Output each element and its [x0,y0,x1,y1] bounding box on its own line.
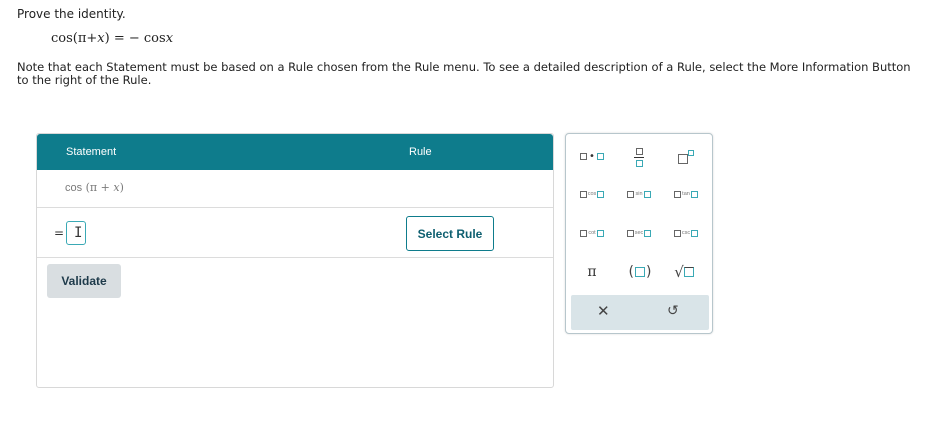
fraction-button[interactable] [628,144,650,170]
placeholder-box-icon [635,267,645,277]
undo-icon[interactable]: ↺ [667,303,679,319]
denominator-box-icon [635,159,643,167]
cot-button[interactable]: cot [574,226,610,240]
placeholder-box-icon [626,229,634,237]
clear-icon[interactable]: ✕ [597,302,610,320]
placeholder-box-icon [580,152,588,160]
pi-button[interactable]: π [582,262,602,282]
validate-button[interactable]: Validate [47,264,121,298]
placeholder-box-icon [674,190,682,198]
problem-prompt: Prove the identity. [17,7,126,21]
placeholder-box-icon [644,229,652,237]
tan-label: tan [682,191,690,197]
sin-label: sin [635,191,643,197]
sec-button[interactable]: sec [621,226,657,240]
identity-lhs-fn: cos [51,31,73,46]
select-rule-button[interactable]: Select Rule [406,216,494,251]
text-cursor-icon: I [74,225,83,241]
placeholder-box-icon [596,229,604,237]
exponent-box-icon [688,150,694,156]
placeholder-box-icon [579,190,587,198]
open-paren: ( [628,264,634,280]
instruction-note: Note that each Statement must be based o… [17,60,911,87]
equals-sign: = [54,226,65,240]
given-open: (π + [82,181,114,194]
placeholder-box-icon [690,190,698,198]
dot-operator: • [589,150,595,162]
identity-lhs-close: ) = − cos [104,31,166,46]
placeholder-box-icon [627,190,635,198]
fraction-bar-icon [634,156,644,158]
placeholder-box-icon [597,190,605,198]
cos-label: cos [587,191,597,197]
parentheses-button[interactable]: ( ) [626,262,654,282]
rule-column-header: Rule [409,146,432,158]
cot-label: cot [588,230,596,236]
placeholder-box-icon [580,229,588,237]
math-palette: • cos sin tan cot sec csc π ( ) √ ✕ ↺ [565,133,713,334]
sin-button[interactable]: sin [621,187,657,201]
proof-table: Statement Rule cos (π + x) = I Select Ru… [36,133,554,388]
csc-label: csc [681,230,691,236]
table-row: cos (π + x) [37,170,553,208]
sec-label: sec [634,230,644,236]
exponent-button[interactable] [674,144,698,168]
multiply-dot-button[interactable]: • [576,148,608,164]
close-paren: ) [646,264,652,280]
cos-button[interactable]: cos [574,187,610,201]
tan-button[interactable]: tan [668,187,704,201]
sqrt-icon: √ [674,263,684,281]
statement-column-header: Statement [66,146,117,158]
identity-expression: cos(π+x) = − cosx [51,31,173,46]
square-root-button[interactable]: √ [672,261,696,283]
given-close: ) [119,181,124,194]
numerator-box-icon [635,147,643,155]
placeholder-box-icon [691,229,699,237]
identity-lhs-open: (π+ [72,31,98,46]
placeholder-box-icon [683,267,694,277]
given-statement: cos (π + x) [65,181,124,194]
table-row: = I Select Rule [37,208,553,258]
base-box-icon [678,154,688,164]
palette-footer: ✕ ↺ [571,295,709,330]
placeholder-box-icon [596,152,604,160]
proof-table-header: Statement Rule [37,134,553,170]
given-fn: cos [65,182,83,194]
identity-lhs-var: x [97,31,105,46]
placeholder-box-icon [643,190,651,198]
identity-rhs-var: x [165,31,174,46]
csc-button[interactable]: csc [668,226,704,240]
statement-input[interactable]: I [66,221,86,245]
placeholder-box-icon [673,229,681,237]
